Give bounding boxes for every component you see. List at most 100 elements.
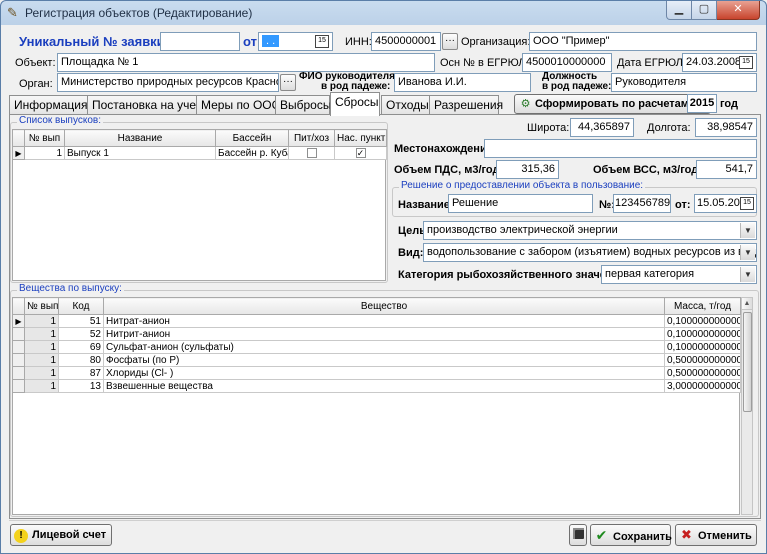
sub-mass[interactable]: 3,000000000000 xyxy=(664,379,741,393)
sub-mass[interactable]: 0,500000000000 xyxy=(664,353,741,367)
decision-date-input[interactable]: 15.05.2015 15 xyxy=(694,194,757,213)
pit-checkbox[interactable] xyxy=(306,147,317,158)
substances-table[interactable]: № вып Код Вещество Масса, т/год ▶ 1 51 Н… xyxy=(12,297,741,393)
fio-input[interactable]: Иванова И.И. xyxy=(394,73,531,92)
calendar-icon[interactable]: 15 xyxy=(740,197,754,210)
tab-discharges[interactable]: Сбросы xyxy=(330,92,380,116)
pds-label: Объем ПДС, м3/год: xyxy=(394,164,504,176)
sub-mass[interactable]: 0,100000000000 xyxy=(664,340,741,354)
col-release-nas[interactable]: Нас. пункт xyxy=(334,129,387,147)
nas-checkbox[interactable]: ✓ xyxy=(355,147,366,158)
close-button[interactable]: ✕ xyxy=(717,1,760,20)
sub-release-no[interactable]: 1 xyxy=(24,314,59,328)
app-date-input[interactable]: . . 15 xyxy=(258,32,333,51)
release-pit-cell[interactable] xyxy=(288,146,335,160)
chevron-down-icon[interactable]: ▼ xyxy=(740,223,755,238)
sub-name[interactable]: Хлориды (Cl- ) xyxy=(103,366,665,380)
sub-code[interactable]: 52 xyxy=(58,327,104,341)
sub-name[interactable]: Взвешенные вещества xyxy=(103,379,665,393)
latitude-input[interactable]: 44,365897 xyxy=(570,118,634,137)
chevron-down-icon[interactable]: ▼ xyxy=(740,267,755,282)
tab-waste[interactable]: Отходы xyxy=(381,95,430,115)
releases-table[interactable]: № вып Название Бассейн Пит/хоз Нас. пунк… xyxy=(12,129,387,160)
organ-lookup-button[interactable]: ··· xyxy=(280,74,296,91)
col-sub-name[interactable]: Вещество xyxy=(103,297,665,315)
sub-name[interactable]: Сульфат-анион (сульфаты) xyxy=(103,340,665,354)
organization-input[interactable]: ООО "Пример" xyxy=(529,32,757,51)
table-row[interactable]: 1 69 Сульфат-анион (сульфаты) 0,10000000… xyxy=(12,340,741,354)
minimize-button[interactable]: ▁ xyxy=(666,1,692,20)
vss-input[interactable]: 541,7 xyxy=(696,160,757,179)
tab-permits[interactable]: Разрешения xyxy=(429,95,503,115)
sub-mass[interactable]: 0,100000000000 xyxy=(664,314,741,328)
release-nas-cell[interactable]: ✓ xyxy=(334,146,387,160)
table-row[interactable]: 1 13 Взвешенные вещества 3,000000000000 xyxy=(12,379,741,393)
col-release-basin[interactable]: Бассейн xyxy=(215,129,289,147)
organ-input[interactable]: Министерство природных ресурсов Краснода xyxy=(57,73,279,92)
inn-input[interactable]: 4500000001 xyxy=(371,32,441,51)
sub-release-no[interactable]: 1 xyxy=(24,379,59,393)
substances-scrollbar[interactable]: ▲ xyxy=(741,297,753,515)
sub-release-no[interactable]: 1 xyxy=(24,340,59,354)
table-row[interactable]: 1 80 Фосфаты (по Р) 0,500000000000 xyxy=(12,353,741,367)
scroll-thumb[interactable] xyxy=(743,312,752,412)
col-sub-code[interactable]: Код xyxy=(58,297,104,315)
tab-registration[interactable]: Постановка на учет xyxy=(87,95,201,115)
release-basin[interactable]: Бассейн р. Кубан xyxy=(215,146,289,160)
title-bar: ✎ Регистрация объектов (Редактирование) … xyxy=(1,1,766,25)
sub-code[interactable]: 13 xyxy=(58,379,104,393)
table-row[interactable]: 1 87 Хлориды (Cl- ) 0,500000000000 xyxy=(12,366,741,380)
sub-code[interactable]: 87 xyxy=(58,366,104,380)
table-row[interactable]: ▶ 1 51 Нитрат-анион 0,100000000000 xyxy=(12,314,741,328)
sub-mass[interactable]: 0,500000000000 xyxy=(664,366,741,380)
sub-name[interactable]: Фосфаты (по Р) xyxy=(103,353,665,367)
col-release-pit[interactable]: Пит/хоз xyxy=(288,129,335,147)
ogrn-input[interactable]: 4500010000000 xyxy=(522,53,612,72)
release-no[interactable]: 1 xyxy=(24,146,65,160)
scroll-up-icon[interactable]: ▲ xyxy=(742,298,752,310)
longitude-input[interactable]: 38,98547 xyxy=(695,118,757,137)
account-button[interactable]: ! Лицевой счет xyxy=(10,524,113,546)
sub-name[interactable]: Нитрат-анион xyxy=(103,314,665,328)
object-input[interactable]: Площадка № 1 xyxy=(57,53,435,72)
col-sub-mass[interactable]: Масса, т/год xyxy=(664,297,741,315)
form-by-calc-button[interactable]: ⚙ Сформировать по расчетам за: xyxy=(514,94,712,114)
purpose-select[interactable]: производство электрической энергии ▼ xyxy=(423,221,757,240)
pds-input[interactable]: 315,36 xyxy=(496,160,559,179)
sub-name[interactable]: Нитрит-анион xyxy=(103,327,665,341)
sub-code[interactable]: 80 xyxy=(58,353,104,367)
longitude-label: Долгота: xyxy=(647,122,691,134)
tab-measures[interactable]: Меры по ООС xyxy=(196,95,280,115)
app-number-input[interactable] xyxy=(160,32,240,51)
calendar-icon[interactable]: 15 xyxy=(739,56,753,69)
inn-lookup-button[interactable]: ··· xyxy=(442,33,458,50)
calc-year-input[interactable]: 2015 xyxy=(687,94,717,113)
sub-release-no[interactable]: 1 xyxy=(24,366,59,380)
position-input[interactable]: Руководителя xyxy=(611,73,757,92)
col-release-no[interactable]: № вып xyxy=(24,129,65,147)
table-row[interactable]: 1 52 Нитрит-анион 0,100000000000 xyxy=(12,327,741,341)
tab-emissions[interactable]: Выбросы xyxy=(275,95,331,115)
save-button[interactable]: ✔ Сохранить xyxy=(590,524,672,546)
decision-no-input[interactable]: 123456789( xyxy=(613,194,671,213)
col-release-name[interactable]: Название xyxy=(64,129,216,147)
calendar-icon[interactable]: 15 xyxy=(315,35,329,48)
decision-name-input[interactable]: Решение xyxy=(448,194,593,213)
kind-select[interactable]: водопользование с забором (изъятием) вод… xyxy=(423,243,757,262)
sub-release-no[interactable]: 1 xyxy=(24,353,59,367)
sub-code[interactable]: 51 xyxy=(58,314,104,328)
table-row[interactable]: ▶ 1 Выпуск 1 Бассейн р. Кубан ✓ xyxy=(12,146,387,160)
egrul-date-input[interactable]: 24.03.2008 15 xyxy=(682,53,757,72)
sub-code[interactable]: 69 xyxy=(58,340,104,354)
tab-info[interactable]: Информация xyxy=(9,95,88,115)
sub-release-no[interactable]: 1 xyxy=(24,327,59,341)
cancel-button[interactable]: ✖ Отменить xyxy=(675,524,757,546)
col-sub-release-no[interactable]: № вып xyxy=(24,297,59,315)
maximize-button[interactable]: ▢ xyxy=(692,1,717,20)
sub-mass[interactable]: 0,100000000000 xyxy=(664,327,741,341)
location-input[interactable] xyxy=(484,139,757,158)
chevron-down-icon[interactable]: ▼ xyxy=(740,245,755,260)
release-name[interactable]: Выпуск 1 xyxy=(64,146,216,160)
fish-category-select[interactable]: первая категория ▼ xyxy=(601,265,757,284)
save-disk-button[interactable] xyxy=(569,524,587,546)
